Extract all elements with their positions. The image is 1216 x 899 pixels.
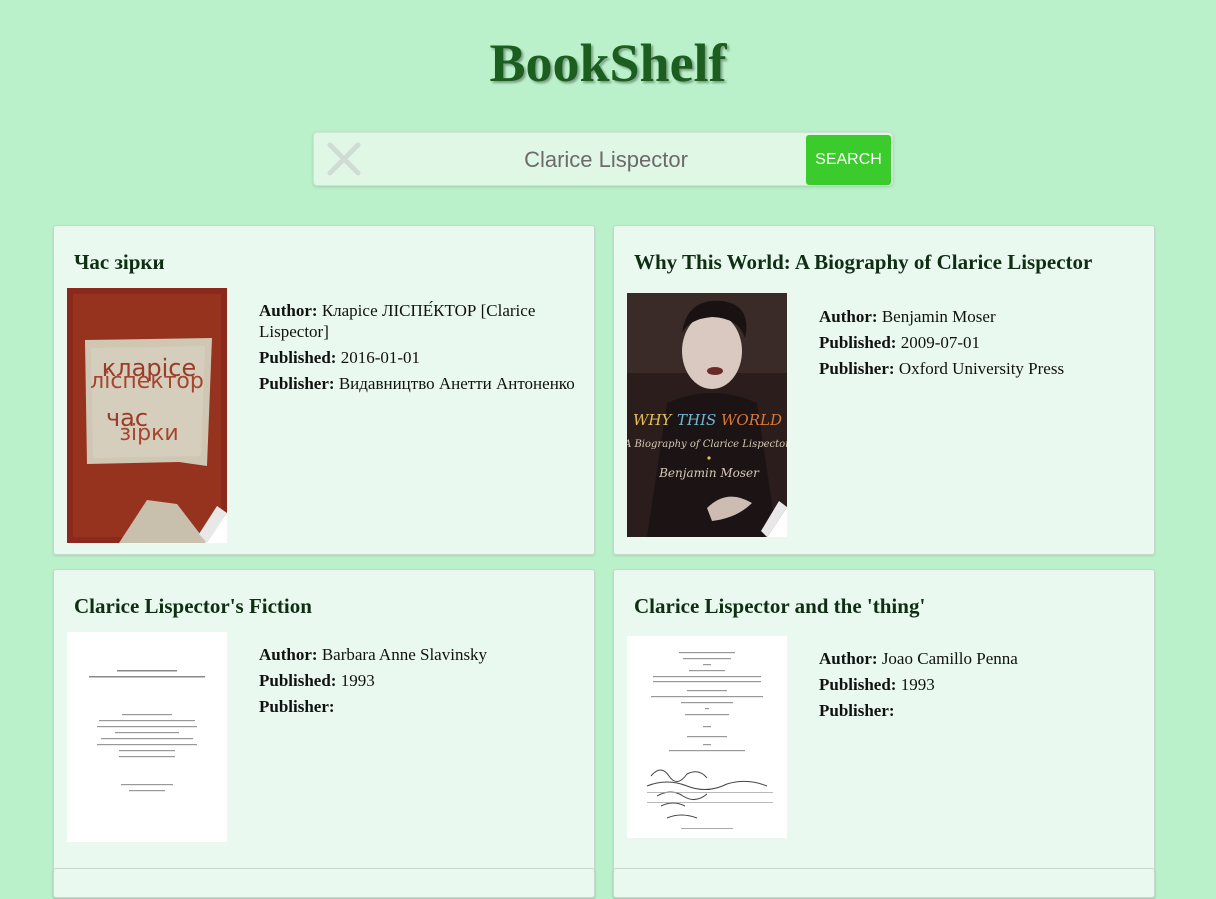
- author-label: Author:: [819, 307, 878, 326]
- published-label: Published:: [259, 348, 337, 367]
- book-cover: [627, 636, 787, 838]
- cover-text: A Biography of Clarice Lispector: [627, 439, 787, 450]
- cover-text: Benjamin Moser: [658, 466, 760, 480]
- published-value: 1993: [340, 671, 375, 690]
- author-value: Joao Camillo Penna: [881, 649, 1018, 668]
- book-card[interactable]: [53, 868, 595, 898]
- published-value: 1993: [900, 675, 935, 694]
- cover-text: WORLD: [721, 411, 782, 429]
- search-bar: SEARCH: [313, 132, 893, 186]
- author-label: Author:: [259, 301, 318, 320]
- published-label: Published:: [259, 671, 337, 690]
- published-value: 2016-01-01: [340, 348, 421, 367]
- author-value: Benjamin Moser: [881, 307, 996, 326]
- book-card[interactable]: Why This World: A Biography of Clarice L…: [613, 225, 1155, 555]
- book-details: Author: Benjamin Moser Published: 2009-0…: [819, 306, 1139, 384]
- published-label: Published:: [819, 675, 897, 694]
- book-cover: кларісе ліспектор час зірки: [67, 288, 227, 543]
- book-title[interactable]: Why This World: A Biography of Clarice L…: [634, 250, 1092, 275]
- author-label: Author:: [259, 645, 318, 664]
- book-details: Author: Barbara Anne Slavinsky Published…: [259, 644, 579, 722]
- publisher-label: Publisher:: [819, 701, 895, 720]
- book-card[interactable]: Clarice Lispector and the 'thing' Author…: [613, 569, 1155, 899]
- author-label: Author:: [819, 649, 878, 668]
- published-label: Published:: [819, 333, 897, 352]
- book-details: Author: Joao Camillo Penna Published: 19…: [819, 648, 1139, 726]
- publisher-label: Publisher:: [819, 359, 895, 378]
- book-card[interactable]: Час зірки кларісе ліспектор час зірки Au…: [53, 225, 595, 555]
- cover-text: THIS: [677, 411, 716, 429]
- book-cover: WHY THIS WORLD A Biography of Clarice Li…: [627, 293, 787, 537]
- book-title[interactable]: Clarice Lispector and the 'thing': [634, 594, 925, 619]
- book-card[interactable]: [613, 868, 1155, 898]
- book-cover: [67, 632, 227, 842]
- book-card[interactable]: Clarice Lispector's Fiction Author: Barb…: [53, 569, 595, 899]
- clear-icon[interactable]: [326, 141, 362, 177]
- book-title[interactable]: Час зірки: [74, 250, 165, 275]
- cover-text: ліспектор: [90, 369, 204, 394]
- publisher-label: Publisher:: [259, 697, 335, 716]
- search-input[interactable]: [374, 141, 838, 179]
- book-title[interactable]: Clarice Lispector's Fiction: [74, 594, 312, 619]
- publisher-value: Oxford University Press: [898, 359, 1065, 378]
- author-value: Barbara Anne Slavinsky: [321, 645, 488, 664]
- cover-text: WHY: [633, 411, 673, 429]
- book-details: Author: Кларісе ЛІСПЕ́КТОР [Clarice Lisp…: [259, 300, 579, 399]
- app-title: BookShelf: [489, 33, 727, 93]
- published-value: 2009-07-01: [900, 333, 981, 352]
- search-button[interactable]: SEARCH: [806, 135, 891, 185]
- cover-text: зірки: [119, 421, 178, 446]
- publisher-value: Видавництво Анетти Антоненко: [338, 374, 575, 393]
- publisher-label: Publisher:: [259, 374, 335, 393]
